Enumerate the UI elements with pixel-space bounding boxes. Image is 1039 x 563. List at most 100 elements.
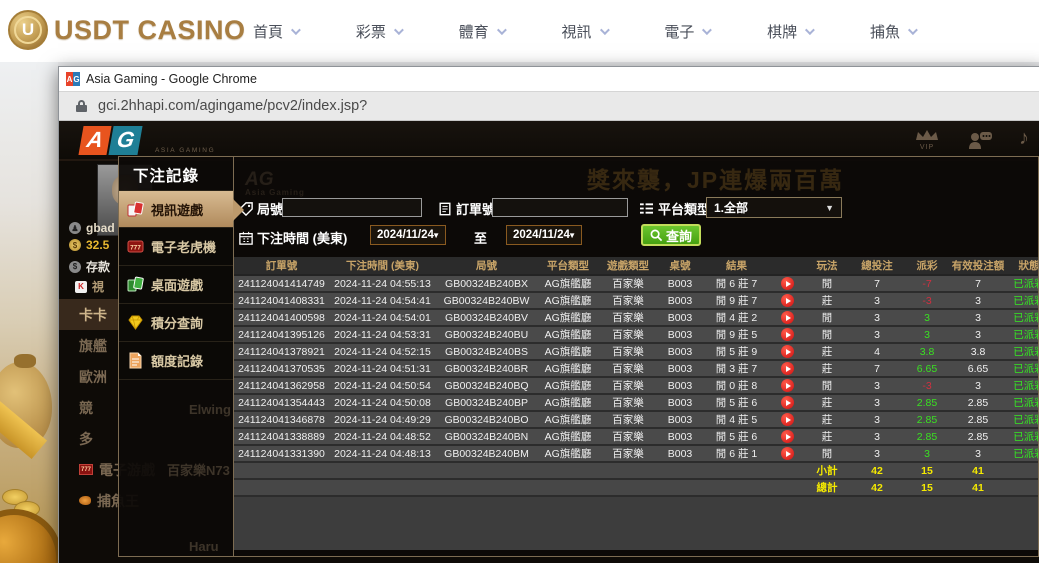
cell-payout: 3 — [904, 445, 950, 462]
nav-menu-item[interactable]: 捕魚 — [870, 21, 915, 42]
cell-payout: 2.85 — [904, 411, 950, 428]
chevron-down-icon — [599, 25, 609, 35]
cell-play-type: 莊 — [804, 360, 850, 377]
cell-result: 閒 4 莊 5 — [703, 411, 770, 428]
table-row: 241124041395126 2024-11-24 04:53:31 GB00… — [234, 326, 1038, 343]
deposit-label: 存款 — [86, 258, 110, 275]
vip-crown-icon[interactable]: VIP — [914, 128, 940, 151]
cell-valid-bet: 2.85 — [950, 394, 1006, 411]
column-header: 訂單號 — [234, 257, 329, 275]
replay-play-button[interactable] — [781, 294, 794, 307]
ag-header-bar: A G ASIA GAMING VIP ♪ — [59, 121, 1039, 161]
replay-play-button[interactable] — [781, 277, 794, 290]
nav-menu-item[interactable]: 棋牌 — [767, 21, 812, 42]
cell-result: 閒 9 莊 7 — [703, 292, 770, 309]
cell-order-number: 241124041354443 — [234, 394, 329, 411]
nav-menu-item[interactable]: 體育 — [459, 21, 504, 42]
replay-play-button[interactable] — [781, 413, 794, 426]
favicon-letter-g: G — [73, 72, 80, 86]
nav-menu-item[interactable]: 電子 — [664, 21, 709, 42]
filter-bar: 局號 訂單號 平台類型 — [234, 190, 1038, 257]
replay-play-button[interactable] — [781, 362, 794, 375]
cell-platform: AG旗艦廳 — [537, 360, 599, 377]
cell-replay — [770, 445, 804, 462]
nav-menu-label: 棋牌 — [767, 21, 797, 42]
cell-order-number: 241124041378921 — [234, 343, 329, 360]
cell-bet-time: 2024-11-24 04:54:01 — [329, 309, 436, 326]
search-button[interactable]: 查詢 — [641, 224, 701, 246]
sidebar-item-video-games[interactable]: 視訊遊戲 — [119, 190, 233, 228]
cell-platform: AG旗艦廳 — [537, 445, 599, 462]
deposit-row[interactable]: $ 存款 — [69, 258, 110, 275]
nav-menu-item[interactable]: 首頁 — [253, 21, 298, 42]
balance-value: 32.5 — [86, 238, 109, 252]
ghost-ag-logo: AG Asia Gaming — [245, 169, 305, 197]
sidebar-item-credit-record[interactable]: 額度記錄 — [119, 342, 233, 380]
window-titlebar[interactable]: A G Asia Gaming - Google Chrome — [59, 67, 1039, 91]
sidebar-item-slots[interactable]: 777 電子老虎機 — [119, 228, 233, 266]
platform-type-value: 1.全部 — [714, 199, 748, 216]
cell-status: 已派彩 — [1006, 360, 1038, 377]
replay-play-button[interactable] — [781, 379, 794, 392]
url-bar[interactable]: gci.2hhapi.com/agingame/pcv2/index.jsp? — [59, 91, 1039, 121]
cell-round-number: GB00324B240BN — [436, 428, 537, 445]
cell-game-type: 百家樂 — [599, 275, 657, 292]
site-logo[interactable]: U USDT CASINO — [8, 10, 246, 50]
cell-table-number: B003 — [657, 326, 703, 343]
cell-replay — [770, 394, 804, 411]
cell-table-number: B003 — [657, 411, 703, 428]
order-number-input[interactable] — [492, 198, 628, 217]
cell-game-type: 百家樂 — [599, 445, 657, 462]
video-games-row[interactable]: K 視 — [75, 278, 104, 295]
cell-bet-time: 2024-11-24 04:53:31 — [329, 326, 436, 343]
nav-menu-item[interactable]: 視訊 — [561, 21, 606, 42]
chrome-popup-window: A G Asia Gaming - Google Chrome gci.2hha… — [58, 66, 1039, 563]
round-number-input[interactable] — [282, 198, 422, 217]
replay-play-button[interactable] — [781, 328, 794, 341]
cell-platform: AG旗艦廳 — [537, 377, 599, 394]
nav-menu-item[interactable]: 彩票 — [356, 21, 401, 42]
list-icon — [639, 202, 654, 215]
platform-type-select[interactable]: 1.全部 ▼ — [706, 197, 842, 218]
sidebar-item-table-games[interactable]: 桌面遊戲 — [119, 266, 233, 304]
column-header: 遊戲類型 — [599, 257, 657, 275]
cell-round-number: GB00324B240BX — [436, 275, 537, 292]
cell-payout: 3 — [904, 309, 950, 326]
ag-logo[interactable]: A G — [81, 126, 140, 155]
music-note-icon[interactable]: ♪ — [1019, 127, 1029, 150]
cell-total-bet: 7 — [850, 360, 904, 377]
date-to-value: 2024/11/24 — [513, 229, 570, 241]
cell-order-number: 241124041362958 — [234, 377, 329, 394]
column-header: 派彩 — [904, 257, 950, 275]
vip-label: VIP — [914, 144, 940, 151]
replay-play-button[interactable] — [781, 345, 794, 358]
cell-table-number: B003 — [657, 275, 703, 292]
money-icon: $ — [69, 239, 81, 251]
slot-machine-icon: 777 — [127, 238, 144, 255]
video-label: 視 — [92, 278, 104, 295]
cell-result: 閒 9 莊 5 — [703, 326, 770, 343]
date-to-select[interactable]: 2024/11/24 ▼ — [506, 225, 582, 245]
replay-play-button[interactable] — [781, 311, 794, 324]
cell-bet-time: 2024-11-24 04:48:13 — [329, 445, 436, 462]
replay-play-button[interactable] — [781, 447, 794, 460]
cell-platform: AG旗艦廳 — [537, 292, 599, 309]
replay-play-button[interactable] — [781, 396, 794, 409]
customer-service-icon[interactable] — [967, 130, 993, 155]
sidebar-label: 積分查詢 — [151, 313, 203, 332]
date-from-select[interactable]: 2024/11/24 ▼ — [370, 225, 446, 245]
cell-order-number: 241124041408331 — [234, 292, 329, 309]
calendar-icon — [239, 231, 253, 245]
cell-bet-time: 2024-11-24 04:52:15 — [329, 343, 436, 360]
cell-round-number: GB00324B240BU — [436, 326, 537, 343]
cell-order-number: 241124041395126 — [234, 326, 329, 343]
round-number-label: 局號 — [239, 199, 283, 218]
lobby-menu-icon — [79, 496, 91, 505]
cell-result: 閒 5 莊 6 — [703, 394, 770, 411]
search-button-label: 查詢 — [666, 226, 692, 245]
cell-total-bet: 3 — [850, 445, 904, 462]
replay-play-button[interactable] — [781, 430, 794, 443]
table-body: 241124041414749 2024-11-24 04:55:13 GB00… — [234, 275, 1038, 462]
sidebar-item-points-query[interactable]: 積分查詢 — [119, 304, 233, 342]
cell-replay — [770, 428, 804, 445]
